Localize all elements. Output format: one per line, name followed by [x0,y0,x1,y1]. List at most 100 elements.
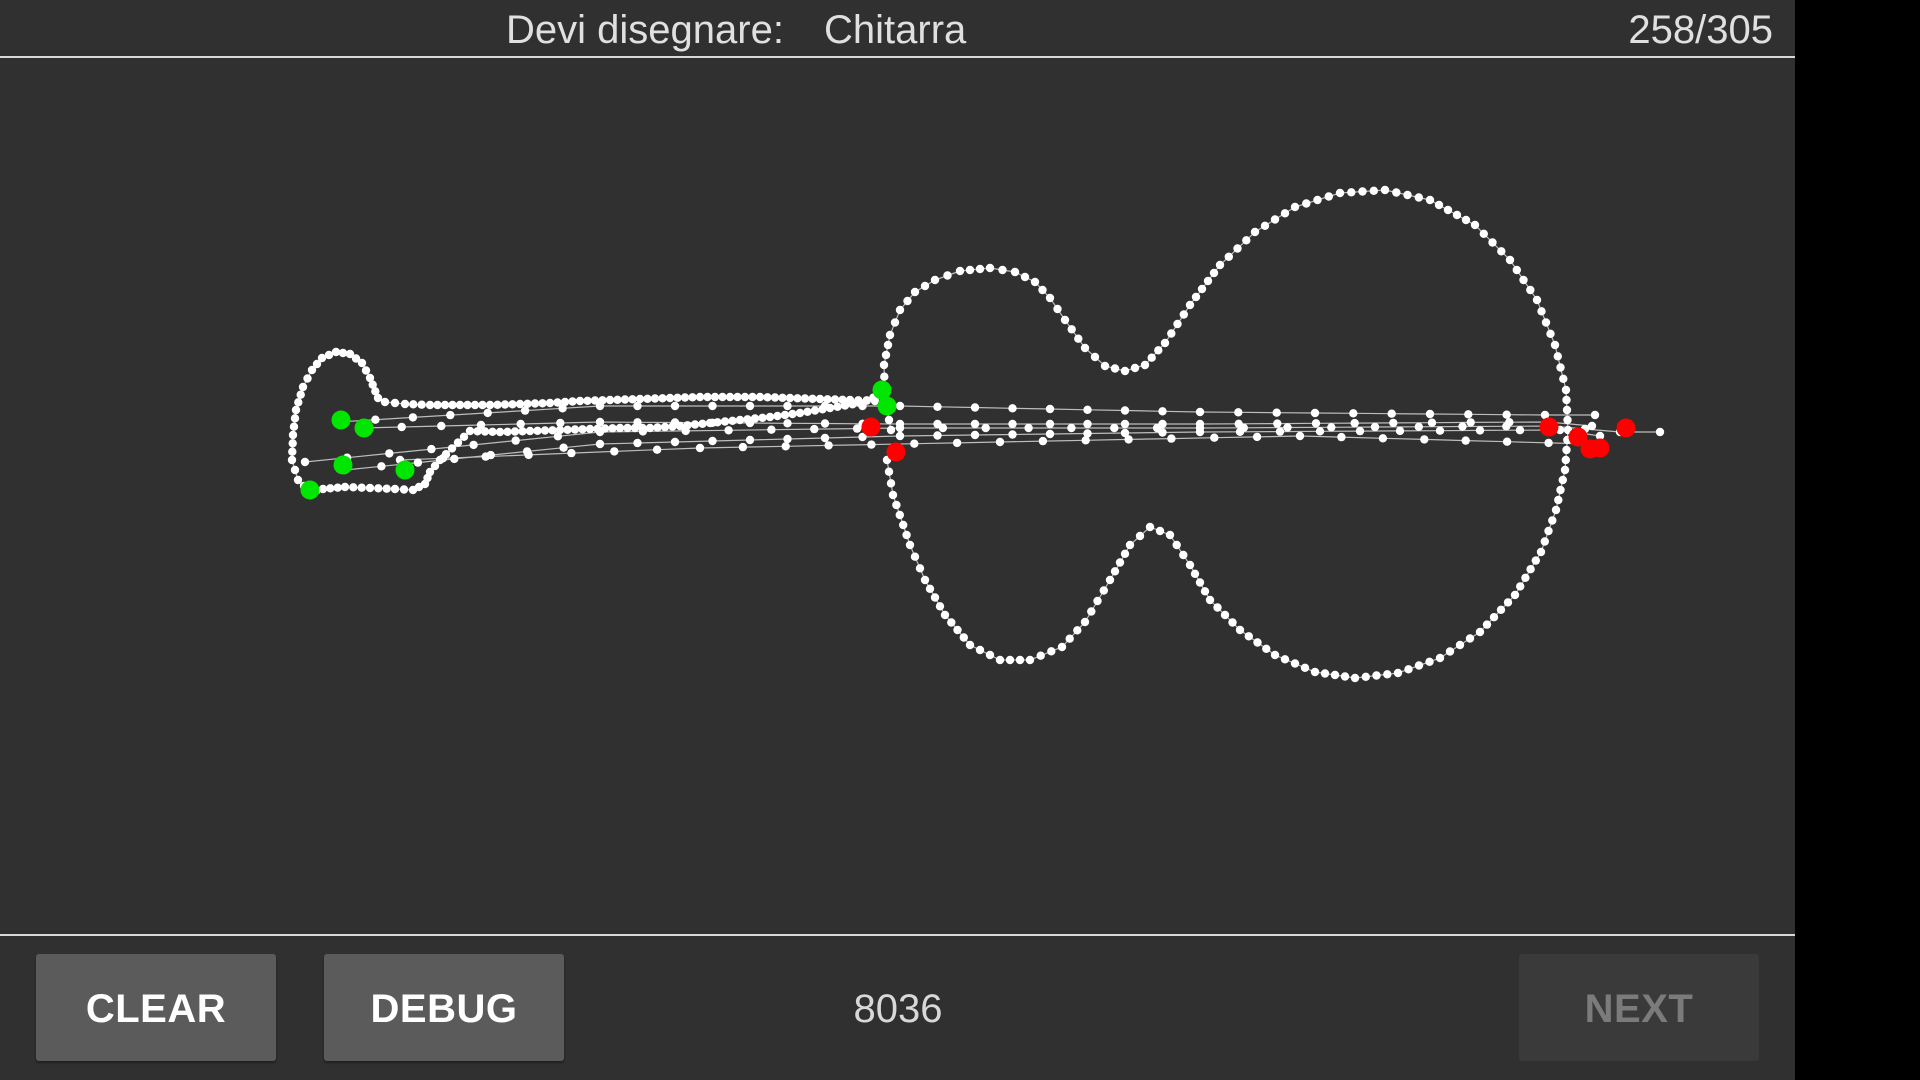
stroke-point [778,393,787,402]
stroke-point [1320,669,1330,678]
stroke-point [293,475,303,485]
stroke-point [385,449,394,458]
stroke-point [357,483,366,492]
stroke-point [910,552,920,561]
stroke-point [1464,410,1473,419]
stroke-point [1537,307,1546,316]
stroke-point [1275,427,1285,436]
stroke-point [938,423,948,433]
stroke-point [995,437,1005,447]
stroke-point [838,395,847,404]
stroke-point [1179,550,1188,560]
stroke-point [810,424,819,434]
drawing-canvas[interactable] [0,58,1795,934]
stroke-point [884,467,894,476]
stroke-point [1550,340,1560,350]
stroke-point [1020,272,1030,282]
stroke-point [290,465,300,475]
stroke-point [371,415,380,424]
stroke-point [783,434,792,444]
stroke-point [469,440,478,450]
stroke-point [708,436,717,446]
stroke-point [745,418,755,428]
stroke-point [1290,202,1300,212]
next-button[interactable]: NEXT [1519,954,1759,1061]
stroke-point [1110,423,1119,433]
stroke-point [820,419,830,428]
stroke-start-marker [331,410,351,430]
clear-button[interactable]: CLEAR [36,954,276,1061]
stroke-point [1045,419,1055,429]
stroke-point [1242,236,1251,245]
stroke-point [933,402,942,411]
stroke-point [1080,343,1090,353]
stroke-point [1562,405,1572,415]
stroke-point [1443,205,1453,215]
stroke-point [910,439,919,448]
stroke-point [408,413,418,422]
stroke-point [1272,408,1281,417]
debug-button[interactable]: DEBUG [324,954,564,1061]
stroke-point [1205,595,1215,605]
stroke-point [1244,632,1254,641]
stroke-point [780,410,790,420]
stroke-point [1310,408,1320,418]
stroke-point [1195,407,1205,417]
stroke-point [1158,407,1167,416]
stroke-point [427,444,436,454]
stroke-point [728,416,737,425]
progress-counter: 258/305 [1628,8,1773,52]
stroke-point [1392,188,1401,197]
stroke-point [1434,200,1444,210]
stroke-point [413,458,423,467]
stroke-point [698,419,707,428]
stroke-point [820,433,830,443]
stroke-point [1190,569,1200,578]
stroke-point [925,584,935,593]
stroke-point [745,401,755,411]
stroke-point [1311,419,1321,428]
stroke-point [538,399,547,408]
stroke-point [563,425,572,434]
stroke-point [1455,640,1465,650]
stroke-point [1544,526,1553,536]
stroke-point [1120,419,1130,429]
stroke-point [658,394,667,403]
stroke-point [1655,427,1665,437]
stroke-point [1505,255,1515,265]
stroke-point [290,414,300,423]
stroke-point [1554,495,1563,505]
stroke-point [690,420,700,429]
stroke-point [470,400,480,410]
stroke-point [495,427,505,437]
stroke-point [409,400,418,409]
stroke-point [1496,605,1506,614]
stroke-point [1310,667,1320,677]
stroke-point [1541,318,1551,327]
stroke-point [1470,220,1480,230]
stroke-point [595,427,605,437]
stroke-point [1562,445,1571,455]
stroke-point [895,305,905,315]
stroke-point [930,275,940,285]
stroke-point [1510,590,1520,600]
stroke-point [1008,419,1017,429]
stroke-point [1435,426,1445,435]
stroke-point [1563,415,1572,425]
stroke-point [1350,418,1359,428]
stroke-point [899,520,908,530]
stroke-point [1349,409,1358,418]
prompt-label: Devi disegnare: [506,8,784,52]
stroke-point [1425,409,1435,419]
stroke-point [578,425,587,434]
stroke-point [500,400,510,409]
stroke-point [788,409,797,419]
stroke-point [361,366,371,375]
stroke-point [1200,587,1210,596]
stroke-point [724,426,733,435]
stroke-point [903,296,912,306]
stroke-point [1173,319,1182,329]
stroke-point [965,265,975,275]
stroke-point [883,340,893,350]
stroke-start-marker [300,480,320,500]
